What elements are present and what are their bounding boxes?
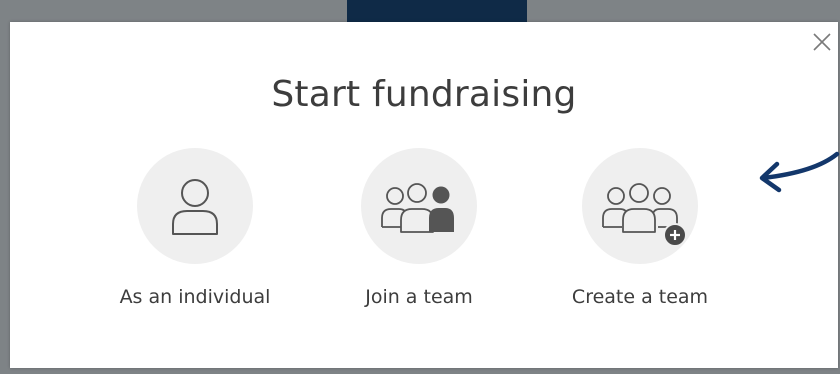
option-create-team-label: Create a team bbox=[571, 286, 709, 308]
start-fundraising-modal: Start fundraising As an individual Join … bbox=[10, 22, 838, 368]
option-individual-circle bbox=[137, 148, 253, 264]
option-individual[interactable]: As an individual bbox=[90, 148, 300, 318]
option-join-team[interactable]: Join a team bbox=[314, 148, 524, 318]
option-create-team-circle bbox=[582, 148, 698, 264]
join-team-icon bbox=[381, 183, 454, 233]
option-join-team-label: Join a team bbox=[365, 286, 473, 308]
option-create-team[interactable]: Create a team bbox=[535, 148, 745, 318]
close-icon bbox=[813, 33, 831, 51]
create-team-icon bbox=[602, 183, 687, 247]
pointer-arrow-icon bbox=[759, 151, 840, 193]
close-button[interactable] bbox=[808, 28, 836, 56]
option-join-team-circle bbox=[361, 148, 477, 264]
modal-title: Start fundraising bbox=[271, 74, 577, 115]
person-icon bbox=[172, 179, 218, 235]
option-individual-label: As an individual bbox=[119, 286, 271, 308]
